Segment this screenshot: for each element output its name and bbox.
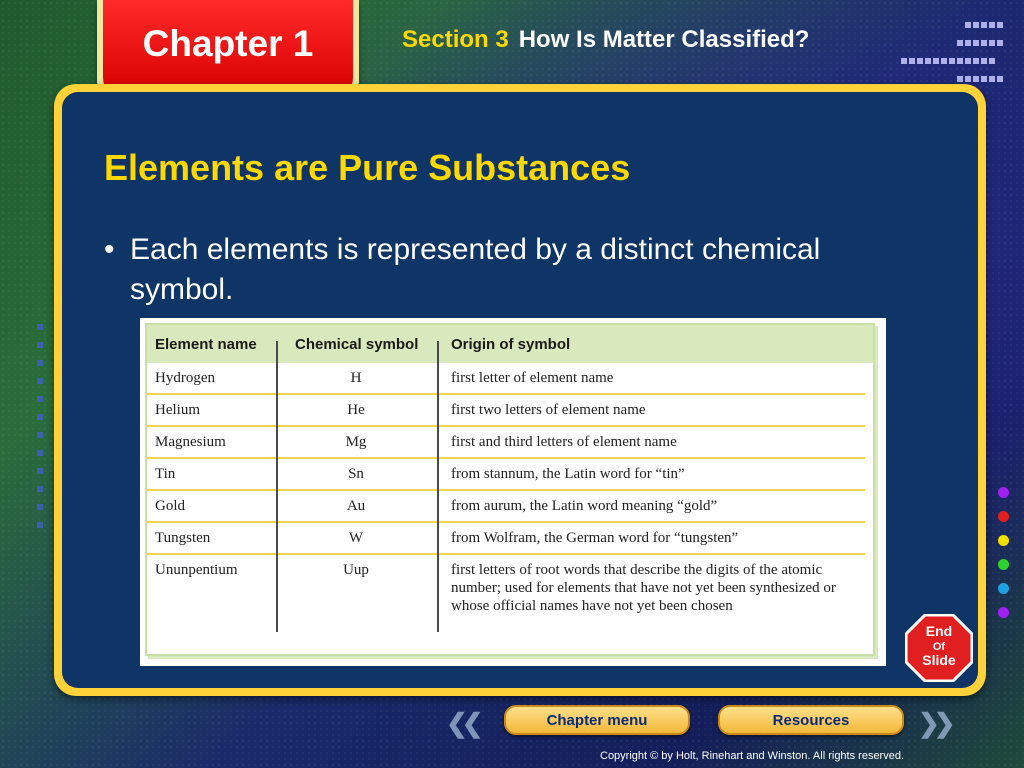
decorative-dot-column [36, 318, 50, 534]
cell-origin: first two letters of element name [451, 402, 646, 418]
slide-heading: Elements are Pure Substances [104, 147, 631, 188]
bullet-marker: • [104, 233, 115, 266]
color-dot-strip [998, 487, 1009, 631]
section-label: Section 3 [402, 26, 509, 53]
bullet-text: Each elements is represented by a distin… [130, 233, 821, 306]
table-row: Helium He first two letters of element n… [147, 395, 865, 427]
column-divider [276, 341, 278, 632]
copyright-notice: Copyright © by Holt, Rinehart and Winsto… [600, 750, 905, 762]
red-dot [998, 511, 1009, 522]
end-of-slide-button[interactable]: End Of Slide [905, 614, 973, 682]
table-row: Tungsten W from Wolfram, the German word… [147, 523, 865, 555]
table-row: Ununpentium Uup first letters of root wo… [147, 555, 865, 621]
cell-origin: from aurum, the Latin word meaning “gold… [451, 498, 718, 514]
resources-label: Resources [772, 711, 850, 729]
cell-origin: from stannum, the Latin word for “tin” [451, 466, 685, 482]
cell-origin: first letters of root words that describ… [451, 562, 836, 614]
cell-symbol: Uup [343, 562, 369, 578]
column-header-chemical-symbol: Chemical symbol [295, 335, 419, 353]
element-symbol-table: Element name Chemical symbol Origin of s… [145, 323, 875, 656]
chapter-tab-face: Chapter 1 [103, 0, 353, 96]
blue-dot [998, 583, 1009, 594]
decorative-dot-grid [900, 16, 1010, 88]
column-header-element-name: Element name [155, 335, 257, 353]
section-title: How Is Matter Classified? [518, 26, 810, 53]
table-row: Hydrogen H first letter of element name [147, 363, 865, 395]
cell-element: Ununpentium [155, 562, 238, 578]
cell-symbol: He [347, 402, 365, 418]
content-panel: Elements are Pure Substances • Each elem… [54, 84, 986, 696]
column-divider [437, 341, 439, 632]
cell-symbol: W [348, 530, 364, 546]
cell-origin: first and third letters of element name [451, 434, 677, 450]
table-row: Gold Au from aurum, the Latin word meani… [147, 491, 865, 523]
end-of-slide-line-3: Slide [922, 652, 956, 668]
table-header-row: Element name Chemical symbol Origin of s… [147, 325, 873, 363]
cell-symbol: Sn [348, 466, 364, 482]
section-header: Section 3 How Is Matter Classified? [402, 26, 809, 54]
cell-origin: first letter of element name [451, 370, 614, 386]
forward-arrows-icon[interactable]: ❯❯ [918, 708, 955, 739]
table-row: Tin Sn from stannum, the Latin word for … [147, 459, 865, 491]
cell-element: Tungsten [155, 530, 211, 546]
resources-button[interactable]: Resources [718, 705, 904, 735]
cell-element: Helium [155, 402, 200, 418]
purple-dot [998, 487, 1009, 498]
chapter-title: Chapter 1 [142, 23, 314, 64]
cell-element: Tin [155, 466, 176, 482]
green-dot [998, 559, 1009, 570]
cell-symbol: Au [346, 498, 366, 514]
chapter-menu-label: Chapter menu [546, 711, 648, 729]
cell-element: Magnesium [155, 434, 226, 450]
back-arrows-icon[interactable]: ❮❮ [446, 708, 483, 739]
cell-origin: from Wolfram, the German word for “tungs… [451, 530, 739, 546]
cell-element: Hydrogen [155, 370, 215, 386]
cell-symbol: H [350, 370, 362, 386]
end-of-slide-line-1: End [926, 623, 952, 639]
cell-symbol: Mg [345, 434, 367, 450]
chapter-menu-button[interactable]: Chapter menu [504, 705, 690, 735]
purple-dot [998, 607, 1009, 618]
cell-element: Gold [155, 498, 185, 514]
bullet-point: • Each elements is represented by a dist… [104, 230, 924, 310]
table-row: Magnesium Mg first and third letters of … [147, 427, 865, 459]
table-figure: Element name Chemical symbol Origin of s… [140, 318, 886, 666]
yellow-dot [998, 535, 1009, 546]
content-panel-inner: Elements are Pure Substances • Each elem… [62, 92, 978, 688]
column-header-origin: Origin of symbol [451, 335, 571, 353]
